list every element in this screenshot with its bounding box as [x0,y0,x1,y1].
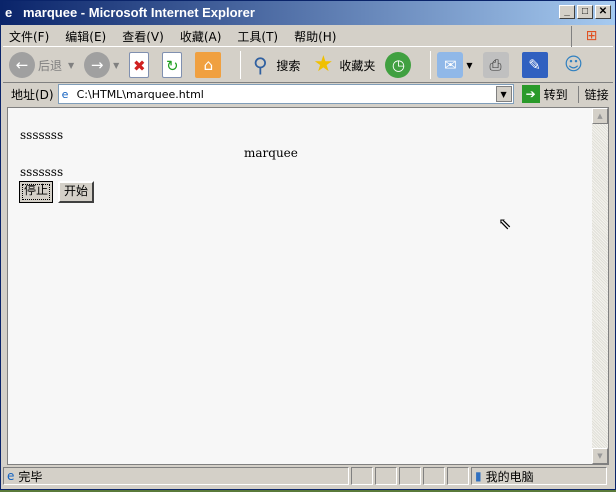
search-button[interactable]: ⚲ 搜索 [247,52,300,78]
ie-page-icon: e [7,469,15,483]
home-button[interactable]: ⌂ [195,52,224,78]
maximize-button[interactable]: □ [577,5,593,19]
menu-view[interactable]: 查看(V) [122,28,164,45]
menu-file[interactable]: 文件(F) [9,28,49,45]
close-button[interactable]: ✕ [595,5,611,19]
window-title: marquee - Microsoft Internet Explorer [23,5,255,20]
minimize-button[interactable]: _ [559,5,575,19]
edit-button[interactable]: ✎ [521,52,551,78]
go-arrow-icon: ➔ [521,85,540,103]
title-bar: e marquee - Microsoft Internet Explorer … [1,1,615,25]
scroll-up-button[interactable]: ▲ [592,108,608,124]
text-line-2: sssssss [20,165,64,179]
toolbar: ← 后退 ▼ → ▼ ✖ ↻ ⌂ ⚲ 搜索 ★ 收藏夹 ◷ ✉ ▼ ⎙ ✎ ☺ [3,48,613,83]
address-input[interactable]: e C:\HTML\marquee.html ▼ [57,84,514,104]
status-bar: e 完毕 ▮ 我的电脑 [3,466,613,486]
start-marquee-button[interactable]: 开始 [58,181,95,203]
links-button[interactable]: 链接 [577,85,609,103]
menu-tools[interactable]: 工具(T) [237,28,278,45]
menu-help[interactable]: 帮助(H) [294,28,336,45]
text-line-1: sssssss [20,128,64,142]
mail-button[interactable]: ✉ ▼ [437,52,473,78]
menu-bar: 文件(F) 编辑(E) 查看(V) 收藏(A) 工具(T) 帮助(H) [3,26,613,47]
address-dropdown[interactable]: ▼ [495,86,512,102]
search-icon: ⚲ [253,53,268,77]
stop-marquee-button[interactable]: 停止 [19,181,54,203]
stop-button[interactable]: ✖ [129,52,152,78]
zone-text: 我的电脑 [485,469,534,484]
go-button[interactable]: ➔ 转到 [521,85,568,103]
mail-icon: ✉ [437,52,464,78]
ie-icon: e [5,5,13,20]
refresh-button[interactable]: ↻ [162,52,185,78]
mouse-cursor-icon: ⇖ [498,214,512,233]
menu-edit[interactable]: 编辑(E) [65,28,106,45]
messenger-icon: ☺ [564,54,583,75]
print-button[interactable]: ⎙ [482,52,512,78]
forward-arrow-icon: → [84,52,111,78]
menu-favorites[interactable]: 收藏(A) [180,28,222,45]
vertical-scrollbar[interactable]: ▲ ▼ [592,108,608,464]
scroll-down-button[interactable]: ▼ [592,448,608,464]
stop-icon: ✖ [129,52,150,78]
refresh-icon: ↻ [162,52,183,78]
forward-button[interactable]: → ▼ [84,52,119,78]
history-icon: ◷ [385,52,412,78]
back-arrow-icon: ← [9,52,35,78]
computer-icon: ▮ [475,469,482,483]
address-bar: 地址(D) e C:\HTML\marquee.html ▼ ➔ 转到 链接 [3,83,613,105]
marquee-text: marquee [244,146,298,160]
favorites-button[interactable]: ★ 收藏夹 [310,52,375,78]
windows-logo-icon: ⊞ [571,26,611,47]
status-text: 完毕 [18,469,43,484]
address-label: 地址(D) [11,87,54,102]
star-icon: ★ [313,52,334,77]
messenger-button[interactable]: ☺ [561,52,590,78]
home-icon: ⌂ [195,52,222,78]
page-content: sssssss marquee sssssss 停止 开始 ⇖ ▲ ▼ [7,107,609,465]
back-button[interactable]: ← 后退 ▼ [9,52,74,78]
browser-window: e marquee - Microsoft Internet Explorer … [0,0,616,490]
edit-icon: ✎ [521,52,548,78]
history-button[interactable]: ◷ [385,52,414,78]
printer-icon: ⎙ [482,52,509,78]
page-icon: e [61,87,69,101]
